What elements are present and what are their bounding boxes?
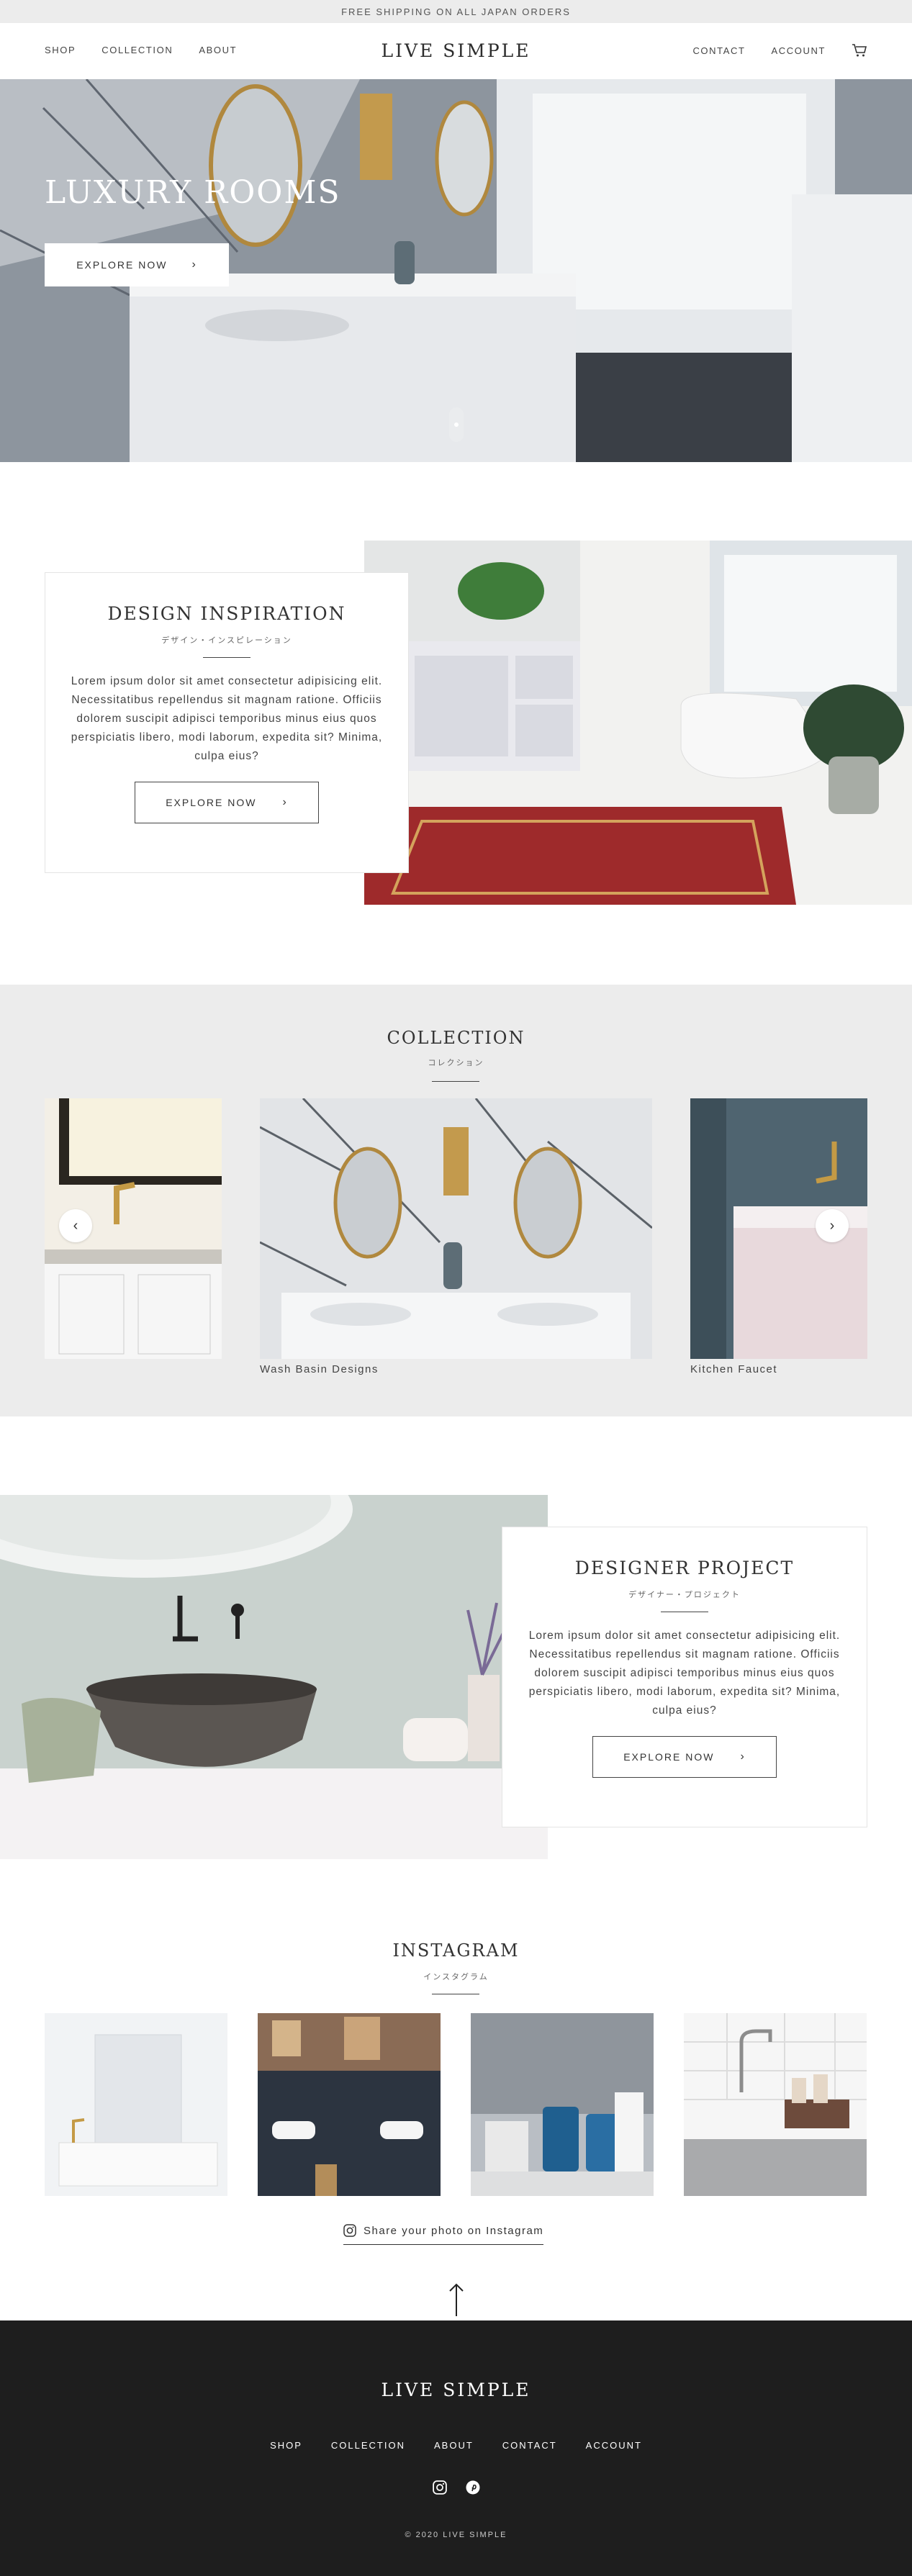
designer-project-explore-button[interactable]: EXPLORE NOW ›: [592, 1736, 777, 1778]
site-footer: LIVE SIMPLE SHOP COLLECTION ABOUT CONTAC…: [0, 2320, 912, 2576]
collection-item[interactable]: [260, 1098, 652, 1359]
back-to-top-icon[interactable]: [448, 2283, 465, 2316]
collection-next-button[interactable]: ›: [816, 1209, 849, 1242]
footer-social: [0, 2480, 912, 2495]
footer-nav-contact[interactable]: CONTACT: [502, 2440, 557, 2451]
pinterest-icon[interactable]: [466, 2480, 480, 2495]
footer-nav-collection[interactable]: COLLECTION: [331, 2440, 405, 2451]
instagram-post-image: [258, 2013, 441, 2196]
collection-item-label: Kitchen Faucet: [690, 1363, 778, 1375]
divider: [432, 1081, 479, 1082]
slide-indicator[interactable]: [449, 407, 464, 442]
instagram-post[interactable]: [684, 2013, 867, 2196]
chevron-right-icon: ›: [191, 258, 197, 271]
instagram-icon: [343, 2224, 356, 2237]
footer-nav-account[interactable]: ACCOUNT: [586, 2440, 642, 2451]
instagram-share-label: Share your photo on Instagram: [364, 2224, 544, 2237]
design-inspiration-card: DESIGN INSPIRATION デザイン・インスピレーション Lorem …: [45, 572, 409, 873]
nav-contact[interactable]: CONTACT: [692, 45, 745, 56]
design-inspiration-subtitle: デザイン・インスピレーション: [161, 636, 292, 645]
collection-prev-button[interactable]: ‹: [59, 1209, 92, 1242]
instagram-title: INSTAGRAM: [392, 1940, 520, 1961]
designer-project-image: [0, 1495, 548, 1859]
collection-subtitle: コレクション: [428, 1059, 484, 1067]
secondary-nav: CONTACT ACCOUNT: [692, 43, 867, 58]
design-inspiration-image: [364, 541, 912, 905]
chevron-left-icon: ‹: [73, 1217, 78, 1234]
instagram-subtitle: インスタグラム: [423, 1973, 489, 1981]
copyright: © 2020 LIVE SIMPLE: [405, 2531, 507, 2539]
designer-project-explore-label: EXPLORE NOW: [623, 1751, 715, 1763]
collection-title: COLLECTION: [387, 1028, 525, 1048]
announcement-text: FREE SHIPPING ON ALL JAPAN ORDERS: [341, 6, 571, 17]
instagram-post-image: [684, 2013, 867, 2196]
chevron-right-icon: ›: [829, 1217, 835, 1234]
hero-banner: LUXURY ROOMS EXPLORE NOW ›: [0, 79, 912, 462]
instagram-post-image: [45, 2013, 227, 2196]
instagram-share-link[interactable]: Share your photo on Instagram: [343, 2224, 544, 2245]
designer-project-body: Lorem ipsum dolor sit amet consectetur a…: [528, 1630, 841, 1717]
cart-icon[interactable]: [852, 43, 867, 58]
instagram-post[interactable]: [45, 2013, 227, 2196]
hero-title: LUXURY ROOMS: [45, 174, 341, 211]
design-inspiration-title: DESIGN INSPIRATION: [107, 603, 346, 624]
design-inspiration-body: Lorem ipsum dolor sit amet consectetur a…: [71, 675, 383, 762]
designer-project-subtitle: デザイナー・プロジェクト: [628, 1591, 741, 1599]
divider: [203, 657, 250, 658]
chevron-right-icon: ›: [282, 796, 288, 808]
instagram-icon[interactable]: [432, 2480, 447, 2495]
footer-nav: SHOP COLLECTION ABOUT CONTACT ACCOUNT: [0, 2440, 912, 2451]
instagram-post[interactable]: [258, 2013, 441, 2196]
announcement-bar: FREE SHIPPING ON ALL JAPAN ORDERS: [0, 0, 912, 23]
footer-nav-about[interactable]: ABOUT: [434, 2440, 474, 2451]
collection-item-image: [260, 1098, 652, 1359]
collection-section: COLLECTION コレクション Wash Basin Designs Kit…: [0, 985, 912, 1416]
design-inspiration-explore-button[interactable]: EXPLORE NOW ›: [135, 782, 319, 823]
hero-explore-button[interactable]: EXPLORE NOW ›: [45, 243, 229, 286]
footer-nav-shop[interactable]: SHOP: [270, 2440, 302, 2451]
instagram-post[interactable]: [471, 2013, 654, 2196]
designer-project-card: DESIGNER PROJECT デザイナー・プロジェクト Lorem ipsu…: [502, 1527, 867, 1827]
instagram-post-image: [471, 2013, 654, 2196]
nav-account[interactable]: ACCOUNT: [772, 45, 826, 56]
collection-item-label: Wash Basin Designs: [260, 1363, 379, 1375]
chevron-right-icon: ›: [740, 1750, 746, 1763]
slide-indicator-dot: [454, 422, 459, 427]
hero-explore-label: EXPLORE NOW: [76, 259, 168, 271]
design-inspiration-explore-label: EXPLORE NOW: [166, 797, 257, 808]
footer-logo[interactable]: LIVE SIMPLE: [0, 2380, 912, 2400]
site-header: SHOP COLLECTION ABOUT LIVE SIMPLE CONTAC…: [0, 23, 912, 79]
designer-project-title: DESIGNER PROJECT: [574, 1558, 795, 1578]
